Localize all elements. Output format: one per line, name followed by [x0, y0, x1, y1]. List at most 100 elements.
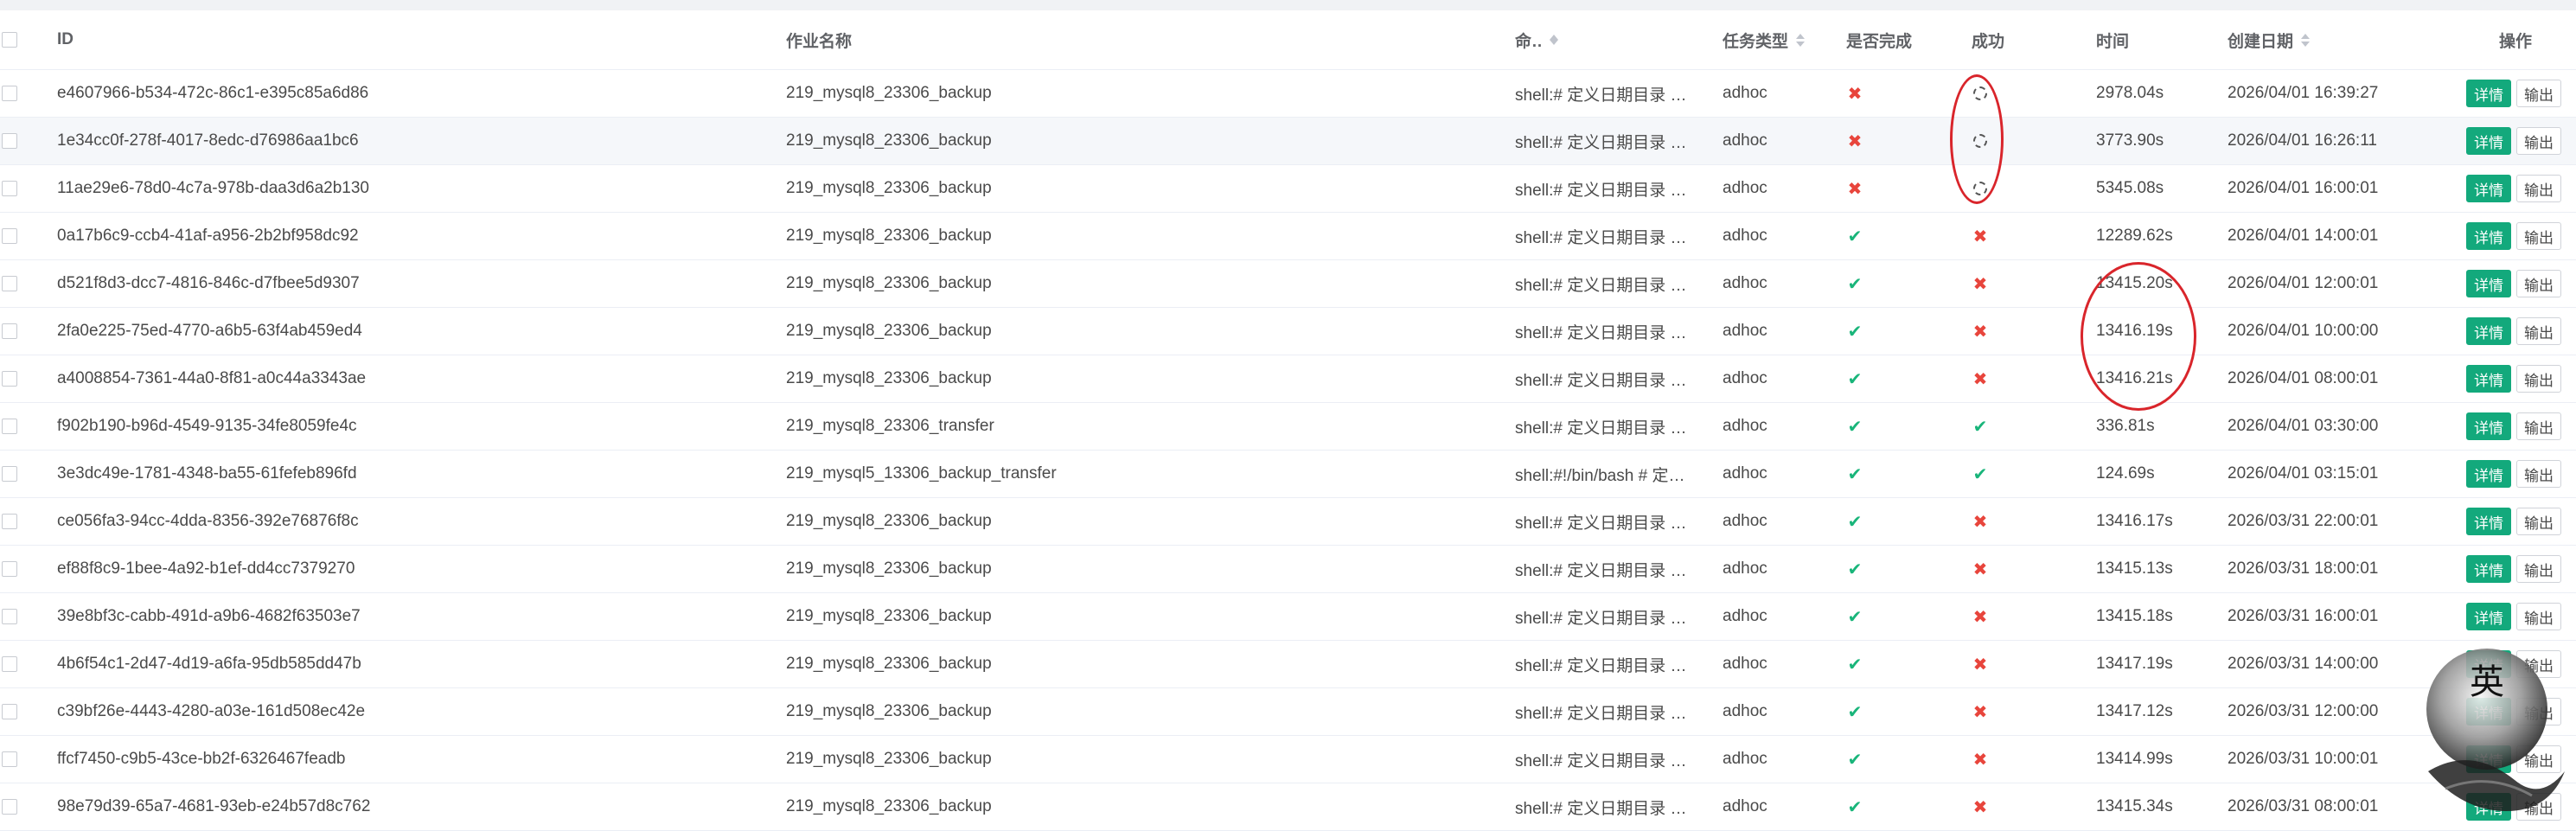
row-checkbox[interactable]	[2, 371, 17, 387]
row-checkbox[interactable]	[2, 181, 17, 196]
table-row[interactable]: e4607966-b534-472c-86c1-e395c85a6d86 219_…	[0, 70, 2576, 118]
header-type[interactable]: 任务类型	[1723, 10, 1806, 69]
check-icon: ✔	[1972, 464, 1988, 484]
table-row[interactable]: 39e8bf3c-cabb-491d-a9b6-4682f63503e7 219_…	[0, 593, 2576, 641]
cell-name: 219_mysql8_23306_backup	[786, 355, 992, 402]
detail-button[interactable]: 详情	[2466, 508, 2511, 535]
header-date[interactable]: 创建日期	[2228, 10, 2311, 69]
detail-button[interactable]: 详情	[2466, 127, 2511, 155]
cell-success: ✖	[1972, 308, 1989, 355]
job-created-date: 2026/04/01 16:00:01	[2228, 179, 2379, 197]
job-name: 219_mysql8_23306_backup	[786, 512, 992, 530]
header-command[interactable]: 命令	[1515, 10, 1692, 69]
sort-caret-icon[interactable]	[2301, 33, 2311, 47]
detail-button[interactable]: 详情	[2466, 412, 2511, 440]
row-checkbox[interactable]	[2, 561, 17, 577]
cell-type: adhoc	[1723, 641, 1767, 687]
output-button[interactable]: 输出	[2516, 80, 2561, 107]
output-button[interactable]: 输出	[2516, 127, 2561, 155]
select-all-checkbox[interactable]	[2, 32, 17, 48]
table-row[interactable]: 11ae29e6-78d0-4c7a-978b-daa3d6a2b130 219_…	[0, 165, 2576, 213]
output-button[interactable]: 输出	[2516, 365, 2561, 393]
job-type: adhoc	[1723, 750, 1767, 768]
row-checkbox[interactable]	[2, 609, 17, 624]
cell-id: 11ae29e6-78d0-4c7a-978b-daa3d6a2b130	[57, 165, 369, 212]
output-button[interactable]: 输出	[2516, 175, 2561, 202]
job-id: d521f8d3-dcc7-4816-846c-d7fbee5d9307	[57, 274, 360, 292]
table-row[interactable]: ef88f8c9-1bee-4a92-b1ef-dd4cc7379270 219_…	[0, 546, 2576, 593]
detail-button[interactable]: 详情	[2466, 460, 2511, 488]
row-checkbox[interactable]	[2, 751, 17, 767]
cell-time: 13416.17s	[2096, 498, 2173, 545]
job-duration: 13417.19s	[2096, 655, 2173, 673]
row-checkbox[interactable]	[2, 86, 17, 101]
job-id: 2fa0e225-75ed-4770-a6b5-63f4ab459ed4	[57, 322, 362, 340]
cell-success: ✖	[1972, 355, 1989, 402]
job-name: 219_mysql8_23306_backup	[786, 750, 992, 768]
row-checkbox[interactable]	[2, 514, 17, 529]
table-row[interactable]: 4b6f54c1-2d47-4d19-a6fa-95db585dd47b 219_…	[0, 641, 2576, 688]
job-name: 219_mysql8_23306_backup	[786, 131, 992, 150]
detail-button[interactable]: 详情	[2466, 175, 2511, 202]
detail-button[interactable]: 详情	[2466, 222, 2511, 250]
cell-date: 2026/03/31 10:00:01	[2228, 736, 2378, 783]
cell-date: 2026/04/01 14:00:01	[2228, 213, 2378, 259]
table-row[interactable]: 0a17b6c9-ccb4-41af-a956-2b2bf958dc92 219_…	[0, 213, 2576, 260]
cell-command: shell:# 定义日期目录 DATE_DIR=$(date	[1515, 213, 1692, 259]
table-row[interactable]: a4008854-7361-44a0-8f81-a0c44a3343ae 219_…	[0, 355, 2576, 403]
table-row[interactable]: 2fa0e225-75ed-4770-a6b5-63f4ab459ed4 219_…	[0, 308, 2576, 355]
detail-button[interactable]: 详情	[2466, 603, 2511, 630]
job-type: adhoc	[1723, 464, 1767, 483]
row-checkbox[interactable]	[2, 133, 17, 149]
sort-caret-icon[interactable]	[1796, 33, 1806, 47]
cell-type: adhoc	[1723, 165, 1767, 212]
detail-button[interactable]: 详情	[2466, 270, 2511, 297]
table-body: e4607966-b534-472c-86c1-e395c85a6d86 219_…	[0, 70, 2576, 831]
table-row[interactable]: ce056fa3-94cc-4dda-8356-392e76876f8c 219_…	[0, 498, 2576, 546]
job-type: adhoc	[1723, 274, 1767, 292]
row-checkbox[interactable]	[2, 466, 17, 482]
output-button[interactable]: 输出	[2516, 412, 2561, 440]
detail-button[interactable]: 详情	[2466, 365, 2511, 393]
output-button[interactable]: 输出	[2516, 317, 2561, 345]
row-checkbox[interactable]	[2, 228, 17, 244]
job-name: 219_mysql8_23306_backup	[786, 227, 992, 245]
cell-date: 2026/03/31 22:00:01	[2228, 498, 2378, 545]
table-row[interactable]: 98e79d39-65a7-4681-93eb-e24b57d8c762 219_…	[0, 783, 2576, 831]
cell-date: 2026/03/31 12:00:00	[2228, 688, 2378, 735]
cell-time: 13415.18s	[2096, 593, 2173, 640]
output-button[interactable]: 输出	[2516, 555, 2561, 583]
output-button[interactable]: 输出	[2516, 270, 2561, 297]
row-checkbox[interactable]	[2, 323, 17, 339]
output-button[interactable]: 输出	[2516, 603, 2561, 630]
table-row[interactable]: f902b190-b96d-4549-9135-34fe8059fe4c 219_…	[0, 403, 2576, 451]
table-row[interactable]: d521f8d3-dcc7-4816-846c-d7fbee5d9307 219_…	[0, 260, 2576, 308]
cell-ops: 详情输出	[2466, 213, 2561, 259]
cell-date: 2026/03/31 08:00:01	[2228, 783, 2378, 830]
cell-date: 2026/04/01 12:00:01	[2228, 260, 2378, 307]
row-checkbox[interactable]	[2, 799, 17, 815]
cross-icon: ✖	[1972, 274, 1988, 294]
cell-type: adhoc	[1723, 260, 1767, 307]
cell-success: ✖	[1972, 688, 1989, 735]
table-row[interactable]: 1e34cc0f-278f-4017-8edc-d76986aa1bc6 219_…	[0, 118, 2576, 165]
table-row[interactable]: c39bf26e-4443-4280-a03e-161d508ec42e 219_…	[0, 688, 2576, 736]
table-row[interactable]: 3e3dc49e-1781-4348-ba55-61fefeb896fd 219_…	[0, 451, 2576, 498]
detail-button[interactable]: 详情	[2466, 317, 2511, 345]
row-checkbox[interactable]	[2, 276, 17, 291]
table-row[interactable]: ffcf7450-c9b5-43ce-bb2f-6326467feadb 219_…	[0, 736, 2576, 783]
check-icon: ✔	[1847, 702, 1863, 722]
detail-button[interactable]: 详情	[2466, 80, 2511, 107]
output-button[interactable]: 输出	[2516, 460, 2561, 488]
cell-date: 2026/04/01 16:39:27	[2228, 70, 2378, 117]
job-created-date: 2026/03/31 12:00:00	[2228, 702, 2379, 720]
row-checkbox[interactable]	[2, 419, 17, 434]
row-checkbox[interactable]	[2, 656, 17, 672]
output-button[interactable]: 输出	[2516, 222, 2561, 250]
header-id: ID	[57, 10, 74, 69]
row-checkbox[interactable]	[2, 704, 17, 719]
sort-caret-icon[interactable]	[1549, 35, 1692, 45]
header-name-label: 作业名称	[786, 32, 853, 51]
detail-button[interactable]: 详情	[2466, 555, 2511, 583]
output-button[interactable]: 输出	[2516, 508, 2561, 535]
